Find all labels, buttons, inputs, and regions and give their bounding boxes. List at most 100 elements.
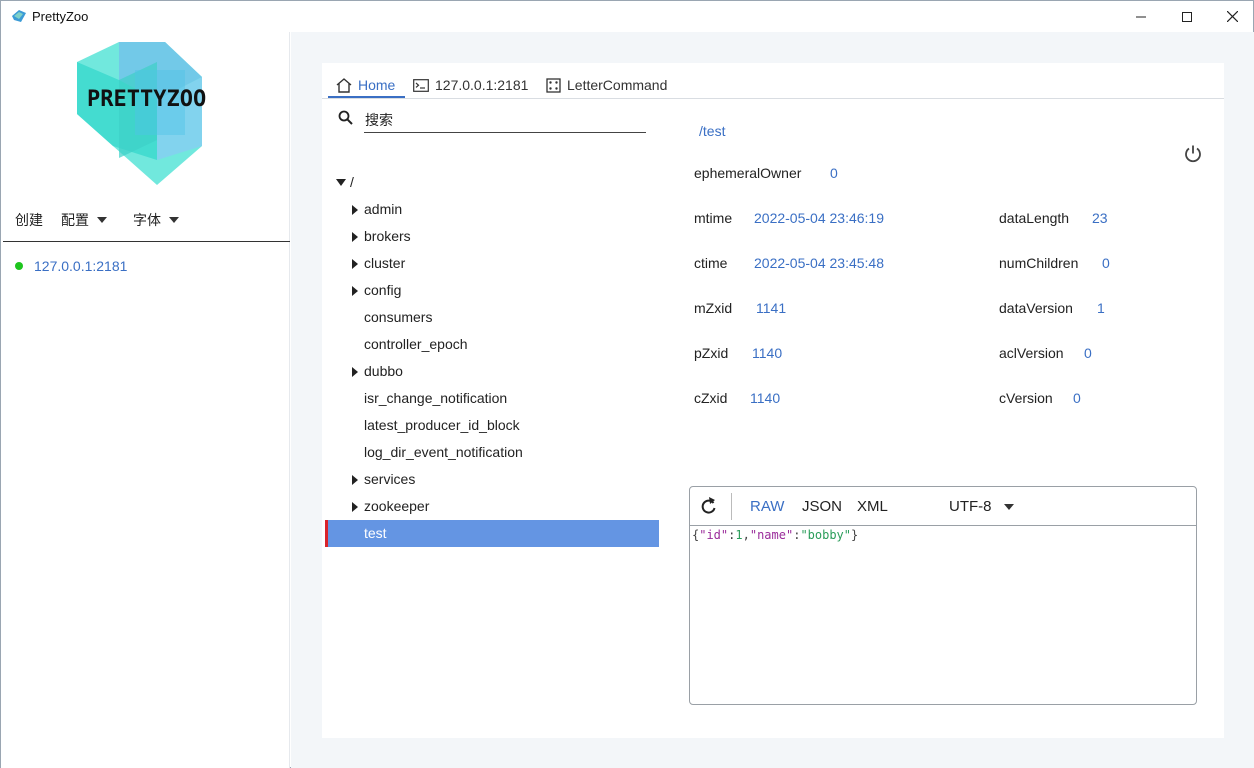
tree-node-log-dir-event-notification[interactable]: log_dir_event_notification [325,439,659,466]
stat-label: aclVersion [999,345,1064,361]
tree-node-label: brokers [364,228,411,244]
tree-node-latest-producer-id-block[interactable]: latest_producer_id_block [325,412,659,439]
power-icon[interactable] [1183,144,1203,164]
stat-ctime: ctime 2022-05-04 23:45:48 [694,255,884,271]
stat-label: dataLength [999,210,1070,226]
stat-label: mtime [694,210,733,226]
config-menu-label: 配置 [61,212,89,228]
stat-label: dataVersion [999,300,1073,316]
close-button[interactable] [1209,1,1254,32]
editor-toolbar: RAW JSON XML UTF-8 [690,487,1196,526]
maximize-button[interactable] [1164,1,1210,32]
toolbar-separator [731,493,732,520]
chevron-right-icon [352,232,358,242]
tree-node-label: log_dir_event_notification [364,444,523,460]
server-address: 127.0.0.1:2181 [34,258,128,274]
maximize-icon [1182,11,1192,22]
charset-select[interactable]: UTF-8 [949,498,1014,515]
stat-mzxid: mZxid 1141 [694,300,786,316]
stat-value: 1 [1097,300,1105,316]
tab-letter-command-label: LetterCommand [567,77,668,93]
data-editor: RAW JSON XML UTF-8 {"id":1,"name":"bobby… [689,486,1197,705]
title-bar: PrettyZoo [1,1,1253,32]
dice-icon [546,77,561,93]
tree-node-label: dubbo [364,363,403,379]
stat-label: pZxid [694,345,729,361]
tree-node-zookeeper[interactable]: zookeeper [325,493,659,520]
code-token: "name" [749,528,794,542]
stat-data-version: dataVersion 1 [999,300,1105,316]
stat-label: cZxid [694,390,728,406]
tree-node-brokers[interactable]: brokers [325,223,659,250]
stat-value: 23 [1092,210,1108,226]
stat-data-length: dataLength 23 [999,210,1108,226]
font-menu-label: 字体 [133,212,161,228]
tree-root[interactable]: / [325,169,659,196]
code-token: "bobby" [800,528,852,542]
connection-status-dot [15,262,23,270]
stat-ephemeral-owner: ephemeralOwner 0 [694,165,838,181]
sidebar: PRETTYZOO 创建 配置 字体 127.0.0.1:2181 [1,32,290,768]
tree-node-label: consumers [364,309,433,325]
prettyzoo-logo: PRETTYZOO [77,42,206,185]
tab-letter-command[interactable]: LetterCommand [546,73,667,97]
charset-value: UTF-8 [949,498,992,515]
tree-node-label: isr_change_notification [364,390,508,406]
stat-value: 2022-05-04 23:46:19 [754,210,884,226]
format-raw-button[interactable]: RAW [750,498,784,515]
stat-value: 0 [830,165,838,181]
stat-label: mZxid [694,300,733,316]
format-xml-button[interactable]: XML [857,498,888,515]
refresh-icon[interactable] [700,496,718,516]
stat-czxid: cZxid 1140 [694,390,780,406]
sidebar-divider [3,241,290,242]
tab-bar: Home 127.0.0.1:2181 LetterCommand [322,63,1224,99]
stat-value: 0 [1073,390,1081,406]
chevron-right-icon [352,259,358,269]
tab-home[interactable]: Home [336,73,395,97]
tree-node-dubbo[interactable]: dubbo [325,358,659,385]
minimize-button[interactable] [1118,1,1164,32]
chevron-right-icon [352,205,358,215]
tree-node-label: controller_epoch [364,336,468,352]
format-json-button[interactable]: JSON [802,498,842,515]
stat-value: 0 [1102,255,1110,271]
chevron-right-icon [352,286,358,296]
app-logo-icon [12,10,26,22]
create-menu-label: 创建 [15,212,43,228]
tree-node-label: zookeeper [364,498,430,514]
tree-node-consumers[interactable]: consumers [325,304,659,331]
create-menu[interactable]: 创建 [15,210,43,230]
chevron-down-icon [169,217,179,223]
tab-server[interactable]: 127.0.0.1:2181 [413,73,528,97]
font-menu[interactable]: 字体 [133,210,179,230]
active-tab-indicator [328,96,405,98]
node-path: /test [699,123,726,139]
chevron-right-icon [352,502,358,512]
close-icon [1226,11,1238,22]
stat-c-version: cVersion 0 [999,390,1081,406]
code-token: 1 [735,528,743,542]
tree-node-test-selected[interactable]: test [325,520,659,547]
home-icon [336,77,352,93]
search-icon [338,110,353,125]
chevron-right-icon [352,367,358,377]
tree-node-controller-epoch[interactable]: controller_epoch [325,331,659,358]
stat-label: cVersion [999,390,1053,406]
chevron-right-icon [352,475,358,485]
search-input[interactable] [364,107,646,133]
tree-node-isr-change-notification[interactable]: isr_change_notification [325,385,659,412]
tree-node-admin[interactable]: admin [325,196,659,223]
tree-node-services[interactable]: services [325,466,659,493]
editor-content[interactable]: {"id":1,"name":"bobby"} [692,528,858,542]
tree-node-cluster[interactable]: cluster [325,250,659,277]
tree-root-label: / [350,174,354,190]
main-card: Home 127.0.0.1:2181 LetterCommand / [322,63,1224,738]
logo-text: PRETTYZOO [87,87,206,112]
server-list-item[interactable]: 127.0.0.1:2181 [15,256,127,276]
tree-node-config[interactable]: config [325,277,659,304]
minimize-icon [1136,16,1146,17]
config-menu[interactable]: 配置 [61,210,107,230]
code-token: } [851,528,859,542]
chevron-down-icon [1003,503,1014,510]
